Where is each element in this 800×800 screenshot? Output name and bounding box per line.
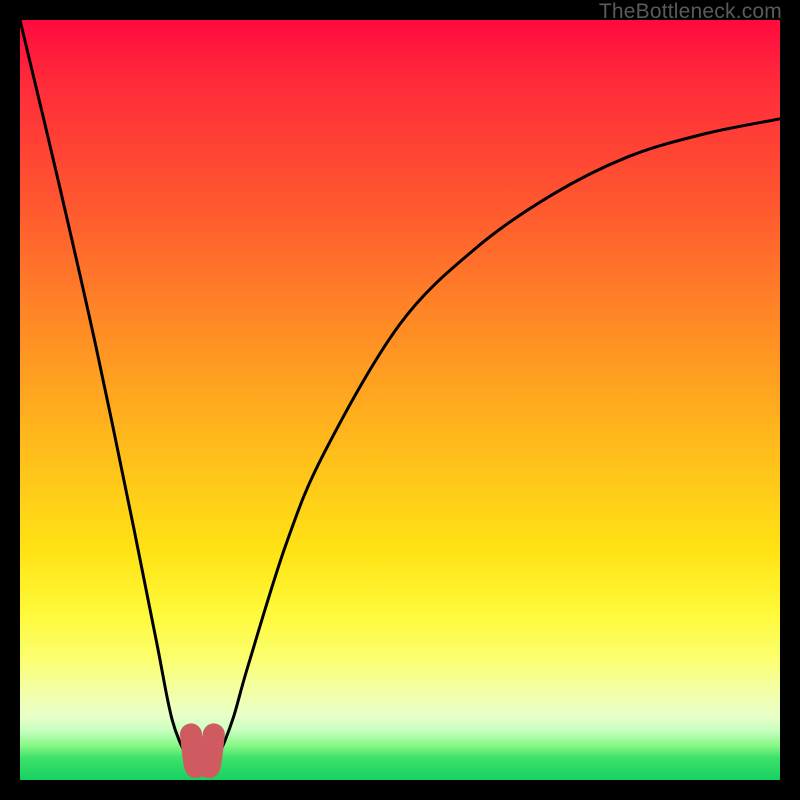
chart-frame: TheBottleneck.com xyxy=(0,0,800,800)
curve-layer xyxy=(20,20,780,780)
bottom-marker xyxy=(191,734,214,767)
plot-area xyxy=(20,20,780,780)
bottleneck-curve xyxy=(20,20,780,765)
